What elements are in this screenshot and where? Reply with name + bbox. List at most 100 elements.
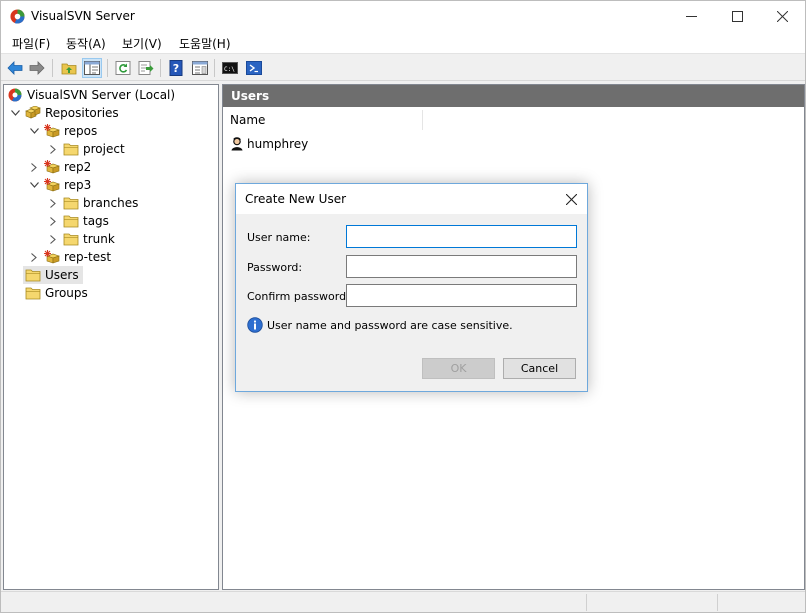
tree-node-branches[interactable]: branches [47, 194, 138, 212]
create-new-user-dialog: Create New User User name: Password: Con… [235, 183, 588, 392]
user-name-input[interactable] [346, 225, 577, 248]
status-divider [717, 594, 718, 611]
forward-arrow-icon [29, 61, 45, 75]
back-arrow-icon [7, 61, 23, 75]
user-name: humphrey [247, 137, 309, 151]
toolbar-separator [52, 59, 53, 77]
toolbar-separator [160, 59, 161, 77]
help-book-icon: ? [169, 60, 183, 76]
chevron-down-icon[interactable] [28, 125, 40, 137]
repository-icon [44, 160, 60, 174]
column-header-name[interactable]: Name [223, 110, 423, 130]
powershell-button[interactable] [244, 58, 264, 78]
tree-label-branches: branches [83, 196, 139, 210]
command-prompt-icon: C:\ [222, 62, 238, 74]
tree-label-rep3: rep3 [64, 178, 92, 192]
tree-label-users: Users [45, 268, 79, 282]
menu-view[interactable]: 보기(V) [122, 35, 162, 52]
list-item-user[interactable]: humphrey [230, 135, 308, 153]
close-icon [776, 11, 788, 22]
console-tree-icon [84, 61, 100, 75]
password-input[interactable] [346, 255, 577, 278]
user-icon [231, 137, 243, 151]
dialog-close-button[interactable] [555, 184, 587, 214]
chevron-down-icon[interactable] [9, 107, 21, 119]
tree-label-trunk: trunk [83, 232, 115, 246]
back-button[interactable] [5, 58, 25, 78]
close-icon [565, 193, 577, 205]
menu-bar: 파일(F) 동작(A) 보기(V) 도움말(H) [1, 32, 805, 54]
folder-icon [25, 287, 41, 300]
maximize-button[interactable] [714, 1, 760, 32]
tree-label-groups: Groups [45, 286, 88, 300]
status-bar [1, 591, 805, 612]
cancel-button[interactable]: Cancel [503, 358, 576, 379]
confirm-password-input[interactable] [346, 284, 577, 307]
tree-node-project[interactable]: project [47, 140, 125, 158]
maximize-icon [731, 11, 743, 22]
repository-icon [44, 124, 60, 138]
chevron-down-icon[interactable] [28, 179, 40, 191]
chevron-right-icon[interactable] [47, 197, 59, 209]
forward-button[interactable] [27, 58, 47, 78]
title-bar: VisualSVN Server [1, 1, 805, 32]
up-folder-button[interactable] [59, 58, 79, 78]
folder-icon [63, 233, 79, 246]
confirm-password-label: Confirm password: [247, 290, 350, 303]
tree-node-groups[interactable]: Groups [23, 284, 88, 302]
menu-help[interactable]: 도움말(H) [179, 35, 231, 52]
properties-button[interactable] [190, 58, 210, 78]
folder-up-icon [61, 63, 77, 75]
tree-node-repositories[interactable]: Repositories [9, 104, 119, 122]
repository-icon [44, 178, 60, 192]
info-text: User name and password are case sensitiv… [267, 318, 513, 332]
refresh-icon [115, 61, 131, 75]
tree-label-repositories: Repositories [45, 106, 119, 120]
powershell-icon [246, 61, 262, 75]
tree-node-tags[interactable]: tags [47, 212, 109, 230]
ok-button[interactable]: OK [422, 358, 495, 379]
tree-label-rep-test: rep-test [64, 250, 112, 264]
chevron-right-icon[interactable] [47, 233, 59, 245]
toolbar-separator [107, 59, 108, 77]
tree-label-tags: tags [83, 214, 109, 228]
repositories-icon [25, 106, 41, 119]
svg-text:C:\: C:\ [224, 66, 235, 73]
export-icon [138, 61, 154, 75]
chevron-right-icon[interactable] [47, 215, 59, 227]
tree-node-server[interactable]: VisualSVN Server (Local) [7, 86, 175, 104]
toolbar-separator [214, 59, 215, 77]
tree-node-rep3[interactable]: rep3 [28, 176, 91, 194]
tree-node-repos[interactable]: repos [28, 122, 97, 140]
panel-title: Users [223, 85, 804, 107]
tree-label-repos: repos [64, 124, 98, 138]
console-tree: VisualSVN Server (Local) Repositories re… [3, 84, 219, 590]
visualsvn-logo-icon [10, 9, 25, 24]
chevron-right-icon[interactable] [47, 143, 59, 155]
command-prompt-button[interactable]: C:\ [220, 58, 240, 78]
chevron-right-icon[interactable] [28, 251, 40, 263]
tree-node-trunk[interactable]: trunk [47, 230, 115, 248]
tree-node-users[interactable]: Users [23, 266, 83, 284]
close-button[interactable] [759, 1, 805, 32]
properties-icon [192, 61, 208, 75]
menu-action[interactable]: 동작(A) [66, 35, 106, 52]
user-name-label: User name: [247, 231, 311, 244]
tree-node-rep2[interactable]: rep2 [28, 158, 91, 176]
minimize-button[interactable] [668, 1, 714, 32]
chevron-right-icon[interactable] [28, 161, 40, 173]
info-note: User name and password are case sensitiv… [247, 317, 513, 333]
show-tree-button[interactable] [82, 58, 102, 78]
tree-node-rep-test[interactable]: rep-test [28, 248, 111, 266]
status-divider [586, 594, 587, 611]
folder-icon [25, 269, 41, 282]
folder-icon [63, 143, 79, 156]
dialog-title: Create New User [245, 192, 347, 206]
menu-file[interactable]: 파일(F) [12, 35, 50, 52]
refresh-button[interactable] [113, 58, 133, 78]
help-button[interactable]: ? [166, 58, 186, 78]
export-list-button[interactable] [136, 58, 156, 78]
dialog-title-bar: Create New User [236, 184, 587, 214]
svg-text:?: ? [173, 62, 179, 75]
repository-icon [44, 250, 60, 264]
